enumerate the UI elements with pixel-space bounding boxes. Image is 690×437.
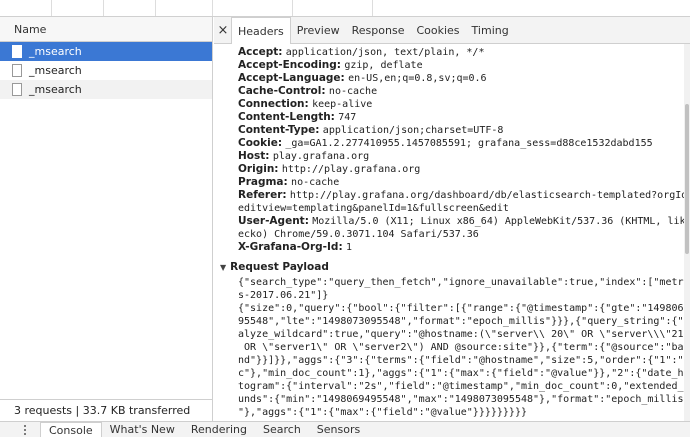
tab-search[interactable]: Search	[255, 422, 309, 437]
header-row: Content-Type: application/json;charset=U…	[238, 124, 504, 136]
payload-line: nd"}}]}},"aggs":{"3":{"terms":{"field":"…	[238, 355, 690, 366]
header-row-continuation: ecko) Chrome/59.0.3071.104 Safari/537.36	[238, 229, 479, 240]
toolbar-segment	[104, 0, 156, 16]
drawer-tab-bar: Console What's New Rendering Search Sens…	[0, 421, 690, 437]
more-vertical-icon[interactable]	[20, 423, 30, 437]
header-row: Host: play.grafana.org	[238, 150, 370, 162]
payload-title: Request Payload	[230, 261, 329, 273]
triangle-down-icon: ▼	[220, 263, 227, 272]
toolbar-segment	[213, 0, 293, 16]
detail-tab-bar: × Headers Preview Response Cookies Timin…	[214, 17, 690, 44]
headers-content: Accept: application/json, text/plain, */…	[214, 44, 690, 421]
tab-preview[interactable]: Preview	[291, 17, 346, 43]
request-name: _msearch	[29, 83, 82, 96]
header-row-continuation: editview=templating&panelId=1&fullscreen…	[238, 203, 509, 214]
network-status-summary: 3 requests | 33.7 KB transferred	[0, 399, 213, 421]
toolbar-segment	[156, 0, 213, 16]
header-row: Connection: keep-alive	[238, 98, 373, 110]
document-icon	[12, 64, 22, 77]
tab-headers[interactable]: Headers	[231, 17, 291, 44]
tab-console[interactable]: Console	[40, 422, 102, 437]
toolbar-segment	[52, 0, 104, 16]
detail-scrollbar[interactable]	[684, 44, 690, 421]
tab-cookies[interactable]: Cookies	[410, 17, 465, 43]
document-icon	[12, 83, 22, 96]
request-name: _msearch	[29, 45, 82, 58]
request-list-panel: Name _msearch _msearch _msearch	[0, 17, 213, 399]
header-row: Cache-Control: no-cache	[238, 85, 378, 97]
payload-line: unds":{"min":"1498069495548","max":"1498…	[238, 394, 684, 405]
request-row[interactable]: _msearch	[0, 61, 212, 80]
payload-line: "},"aggs":{"1":{"max":{"field":"@value"}…	[238, 407, 527, 418]
payload-line: 95548","lte":"1498073095548","format":"e…	[238, 316, 690, 327]
header-row: Pragma: no-cache	[238, 176, 340, 188]
tab-sensors[interactable]: Sensors	[309, 422, 368, 437]
request-payload-toggle[interactable]: ▼ Request Payload	[220, 261, 329, 273]
header-row: Content-Length: 747	[238, 111, 357, 123]
top-toolbar-strip	[0, 0, 690, 17]
payload-line: {"size":0,"query":{"bool":{"filter":[{"r…	[238, 303, 690, 314]
request-name: _msearch	[29, 64, 82, 77]
tab-rendering[interactable]: Rendering	[183, 422, 255, 437]
header-row: Cookie: _ga=GA1.2.277410955.1457085591; …	[238, 137, 653, 149]
tab-timing[interactable]: Timing	[466, 17, 515, 43]
tab-response[interactable]: Response	[346, 17, 411, 43]
payload-line: c"},"min_doc_count":1},"aggs":{"1":{"max…	[238, 368, 690, 379]
request-row[interactable]: _msearch	[0, 80, 212, 99]
payload-line: togram":{"interval":"2s","field":"@times…	[238, 381, 690, 392]
document-icon	[12, 45, 22, 58]
header-row: Accept: application/json, text/plain, */…	[238, 46, 485, 58]
header-row: Accept-Language: en-US,en;q=0.8,sv;q=0.6	[238, 72, 487, 84]
payload-line: s-2017.06.21"]}	[238, 290, 329, 301]
tab-whats-new[interactable]: What's New	[102, 422, 183, 437]
close-icon[interactable]: ×	[215, 17, 231, 43]
header-row: Origin: http://play.grafana.org	[238, 163, 421, 175]
header-row: User-Agent: Mozilla/5.0 (X11; Linux x86_…	[238, 215, 690, 227]
payload-line: alyze_wildcard":true,"query":"@hostname:…	[238, 329, 690, 340]
toolbar-segment	[293, 0, 373, 16]
payload-line: {"search_type":"query_then_fetch","ignor…	[238, 277, 690, 288]
payload-line: OR \"server1\" OR \"server2\") AND @sour…	[238, 342, 690, 353]
header-row: Referer: http://play.grafana.org/dashboa…	[238, 189, 690, 201]
toolbar-segment	[0, 0, 52, 16]
request-row[interactable]: _msearch	[0, 42, 212, 61]
name-column-header[interactable]: Name	[0, 17, 212, 42]
scrollbar-thumb[interactable]	[685, 104, 689, 254]
request-detail-panel: × Headers Preview Response Cookies Timin…	[214, 17, 690, 421]
header-row: Accept-Encoding: gzip, deflate	[238, 59, 423, 71]
header-row: X-Grafana-Org-Id: 1	[238, 241, 353, 253]
